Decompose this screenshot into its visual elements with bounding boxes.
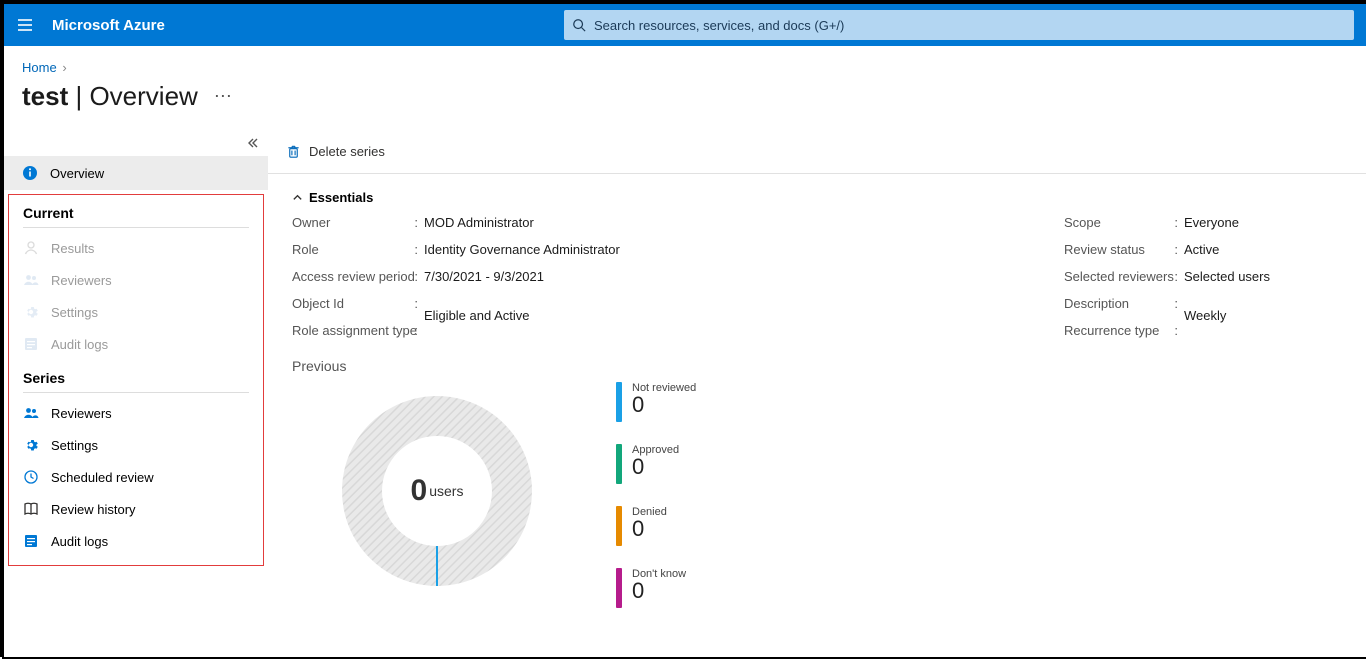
title-section: Overview	[89, 81, 197, 111]
ess-label-objectid: Object Id:	[292, 296, 424, 311]
sidebar-item-label: Overview	[50, 166, 104, 181]
sidebar-item-label: Settings	[51, 305, 98, 320]
ess-label-reviewers: Selected reviewers:	[1064, 269, 1184, 284]
essentials-toggle[interactable]: Essentials	[292, 190, 1342, 205]
top-bar: Microsoft Azure	[4, 4, 1366, 46]
delete-series-label: Delete series	[309, 144, 385, 159]
ess-label-roletype: Role assignment type:	[292, 323, 424, 338]
delete-series-button[interactable]: Delete series	[286, 144, 385, 159]
ess-val-status: Active	[1184, 242, 1342, 257]
ess-label-owner: Owner:	[292, 215, 424, 230]
legend-item: Denied0	[616, 506, 696, 546]
essentials-section: Essentials Owner: Role: Access review pe…	[268, 174, 1366, 346]
brand-label: Microsoft Azure	[46, 17, 165, 34]
sidebar-section-series: Series	[9, 360, 263, 392]
book-icon	[23, 501, 39, 517]
chevron-up-icon	[292, 192, 303, 203]
sidebar: Overview Current Results Reviewers Setti…	[4, 130, 268, 608]
ess-label-scope: Scope:	[1064, 215, 1184, 230]
ess-label-status: Review status:	[1064, 242, 1184, 257]
legend-color-bar	[616, 506, 622, 546]
list-icon	[23, 336, 39, 352]
clock-icon	[23, 469, 39, 485]
page-title: test | Overview	[22, 81, 198, 112]
legend-value: 0	[632, 518, 667, 540]
ess-val-reviewers: Selected users	[1184, 269, 1342, 284]
ess-label-recurrence: Recurrence type:	[1064, 323, 1184, 338]
title-sep: |	[68, 81, 89, 111]
chevron-right-icon: ›	[62, 60, 66, 75]
chart-legend: Not reviewed0 Approved0 Denied0 Don't know0	[616, 382, 696, 608]
title-name: test	[22, 81, 68, 111]
sidebar-item-label: Results	[51, 241, 94, 256]
search-input[interactable]	[594, 18, 1346, 33]
ess-val-role: Identity Governance Administrator	[424, 242, 1064, 257]
sidebar-item-auditlogs-series[interactable]: Audit logs	[9, 525, 263, 557]
legend-item: Don't know0	[616, 568, 696, 608]
list-icon	[23, 533, 39, 549]
legend-value: 0	[632, 394, 696, 416]
gear-icon	[23, 304, 39, 320]
donut-count: 0	[411, 474, 428, 508]
donut-unit: users	[429, 483, 463, 499]
sidebar-item-settings-series[interactable]: Settings	[9, 429, 263, 461]
sidebar-highlight-box: Current Results Reviewers Settings Audit…	[8, 194, 264, 566]
sidebar-item-label: Audit logs	[51, 534, 108, 549]
chart-row: 0users Not reviewed0Approved0Denied0Don'…	[268, 378, 1366, 608]
sidebar-item-label: Audit logs	[51, 337, 108, 352]
sidebar-item-auditlogs-current[interactable]: Audit logs	[9, 328, 263, 360]
sidebar-item-label: Review history	[51, 502, 136, 517]
sidebar-item-settings-current[interactable]: Settings	[9, 296, 263, 328]
divider	[23, 227, 249, 228]
breadcrumb-home[interactable]: Home	[22, 60, 57, 75]
search-icon	[572, 18, 586, 32]
sidebar-item-reviewers-current[interactable]: Reviewers	[9, 264, 263, 296]
sidebar-item-results[interactable]: Results	[9, 232, 263, 264]
ess-val-scope: Everyone	[1184, 215, 1342, 230]
more-actions-icon[interactable]: ⋯	[214, 86, 232, 107]
sidebar-item-reviewers-series[interactable]: Reviewers	[9, 397, 263, 429]
donut-chart: 0users	[324, 378, 550, 604]
people-icon	[23, 272, 39, 288]
collapse-sidebar-icon[interactable]	[4, 130, 268, 156]
ess-val-recurrence: Weekly	[1184, 308, 1342, 323]
people-icon	[23, 405, 39, 421]
legend-color-bar	[616, 568, 622, 608]
breadcrumb: Home ›	[4, 46, 1366, 79]
ess-label-description: Description:	[1064, 296, 1184, 311]
page-title-row: test | Overview ⋯	[4, 79, 1366, 130]
trash-icon	[286, 144, 301, 159]
ess-val-owner: MOD Administrator	[424, 215, 1064, 230]
hamburger-menu-icon[interactable]	[4, 4, 46, 46]
ess-label-role: Role:	[292, 242, 424, 257]
sidebar-item-review-history[interactable]: Review history	[9, 493, 263, 525]
sidebar-item-label: Reviewers	[51, 406, 112, 421]
ess-val-period: 7/30/2021 - 9/3/2021	[424, 269, 1064, 284]
sidebar-item-scheduled-review[interactable]: Scheduled review	[9, 461, 263, 493]
legend-color-bar	[616, 382, 622, 422]
sidebar-item-overview[interactable]: Overview	[4, 156, 268, 190]
essentials-heading: Essentials	[309, 190, 373, 205]
donut-center-label: 0users	[324, 378, 550, 604]
sidebar-item-label: Scheduled review	[51, 470, 154, 485]
ess-val-roletype: Eligible and Active	[424, 308, 1064, 323]
legend-item: Approved0	[616, 444, 696, 484]
divider	[23, 392, 249, 393]
toolbar: Delete series	[268, 130, 1366, 174]
legend-value: 0	[632, 580, 686, 602]
sidebar-section-current: Current	[9, 195, 263, 227]
content-panel: Delete series Essentials Owner: Role: Ac…	[268, 130, 1366, 608]
previous-label: Previous	[268, 346, 1366, 378]
global-search[interactable]	[564, 10, 1354, 40]
sidebar-item-label: Reviewers	[51, 273, 112, 288]
gear-icon	[23, 437, 39, 453]
info-icon	[22, 165, 38, 181]
sidebar-item-label: Settings	[51, 438, 98, 453]
legend-item: Not reviewed0	[616, 382, 696, 422]
legend-value: 0	[632, 456, 679, 478]
ess-label-period: Access review period:	[292, 269, 424, 284]
person-icon	[23, 240, 39, 256]
legend-color-bar	[616, 444, 622, 484]
